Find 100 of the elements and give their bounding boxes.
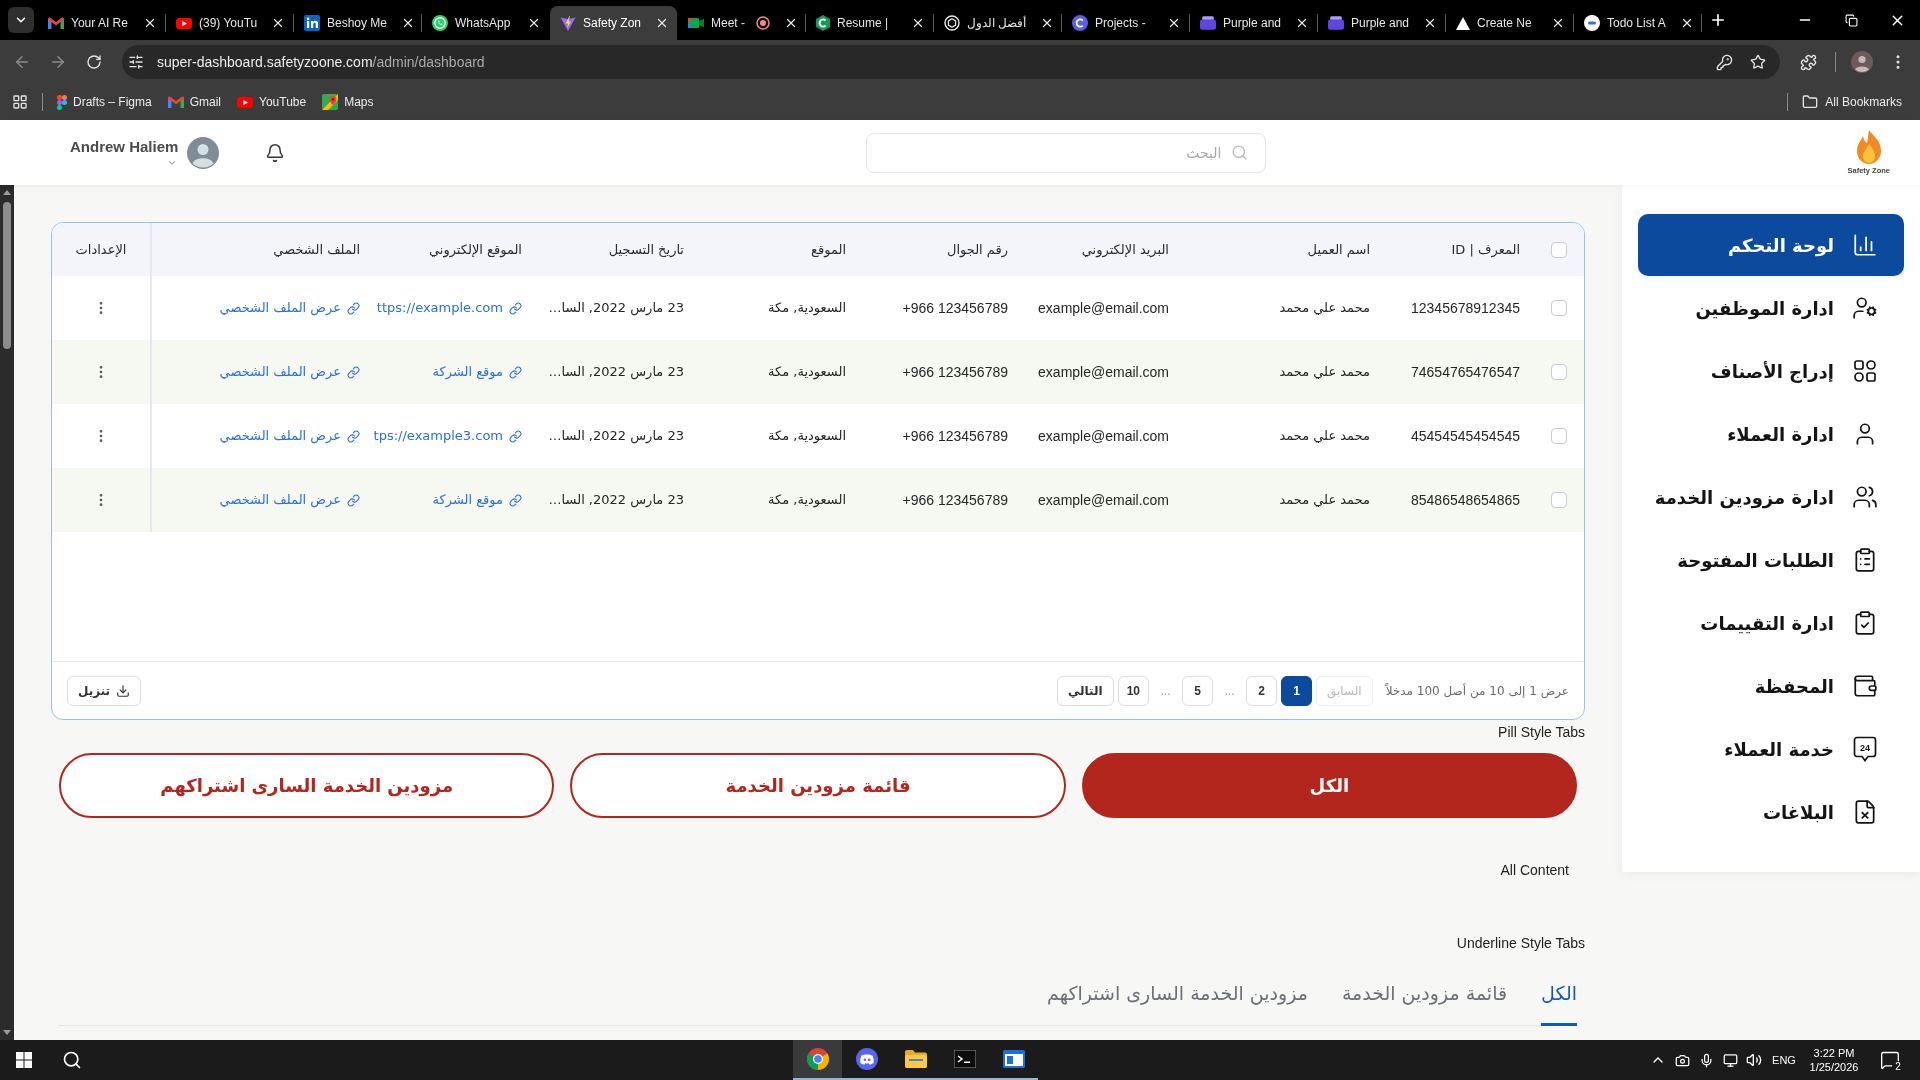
browser-tab[interactable]: Purple and	[1190, 6, 1317, 40]
checkbox[interactable]	[1551, 428, 1567, 444]
underline-tab[interactable]: مزودين الخدمة السارى اشتراكهم	[1047, 976, 1308, 1026]
browser-tab[interactable]: Beshoy Me	[294, 6, 421, 40]
avatar[interactable]	[187, 136, 220, 169]
all-bookmarks-button[interactable]: All Bookmarks	[1796, 88, 1908, 116]
sidebar-item[interactable]: البلاغات	[1638, 781, 1904, 843]
sidebar-item[interactable]: لوحة التحكم	[1638, 214, 1904, 276]
close-icon[interactable]	[1167, 16, 1181, 30]
close-icon[interactable]	[527, 16, 541, 30]
close-icon[interactable]	[1551, 16, 1565, 30]
reload-icon[interactable]	[86, 54, 102, 70]
scroll-down-icon[interactable]	[3, 1030, 11, 1035]
language-indicator[interactable]: ENG	[1770, 1051, 1798, 1069]
table-cell-text: 23 مارس 2022, السا…	[548, 427, 684, 446]
sliders-icon[interactable]	[128, 54, 144, 70]
pill-tab[interactable]: قائمة مزودين الخدمة	[570, 753, 1066, 818]
notification-icon[interactable]	[1880, 1050, 1900, 1070]
four-squares-icon[interactable]	[16, 1052, 32, 1068]
sidebar-item[interactable]: ادارة التقييمات	[1638, 592, 1904, 654]
sidebar-item[interactable]: ادارة العملاء	[1638, 403, 1904, 465]
new-tab-icon[interactable]	[1709, 11, 1727, 29]
checkbox[interactable]	[1551, 300, 1567, 316]
browser-tab[interactable]: Projects -	[1062, 6, 1189, 40]
bell-icon[interactable]	[265, 142, 286, 163]
page-button[interactable]: 10	[1117, 675, 1149, 706]
search-field[interactable]: البحث	[866, 132, 1267, 173]
pill-tab[interactable]: الكل	[1081, 753, 1577, 818]
checkbox[interactable]	[1551, 364, 1567, 380]
sidebar-item[interactable]: ادارة مزودين الخدمة	[1638, 466, 1904, 528]
scroll-up-icon[interactable]	[3, 190, 11, 195]
address-bar[interactable]: super-dashboard.safetyzoone.com/admin/dashboard	[122, 45, 1780, 79]
microphone-icon[interactable]	[1698, 1052, 1714, 1068]
sidebar-item[interactable]: الطلبات المفتوحة	[1638, 529, 1904, 591]
browser-tab[interactable]: Your AI Re	[38, 6, 165, 40]
file-x-icon	[1852, 799, 1878, 825]
browser-tab[interactable]: Safety Zon	[550, 6, 677, 40]
key-icon[interactable]	[1716, 53, 1733, 71]
scrollbar-thumb[interactable]	[3, 202, 11, 349]
profile-link[interactable]: عرض الملف الشخصي	[219, 490, 360, 510]
browser-tab[interactable]: Meet -	[678, 6, 805, 40]
browser-tab[interactable]: Todo List A	[1574, 6, 1701, 40]
table-cell-text: محمد علي محمد	[1279, 363, 1370, 382]
users-icon	[1852, 484, 1878, 510]
bookmark-link[interactable]: YouTube	[231, 88, 313, 116]
website-link[interactable]: موقع الشركة	[432, 362, 522, 382]
page-button[interactable]: 5	[1182, 675, 1213, 706]
camera-icon[interactable]	[1674, 1052, 1690, 1068]
bookmark-link[interactable]: Maps	[316, 88, 380, 116]
profile-avatar[interactable]	[1851, 51, 1873, 73]
link-icon	[509, 301, 522, 315]
profile-link[interactable]: عرض الملف الشخصي	[219, 362, 360, 382]
page-button[interactable]: 2	[1246, 675, 1277, 706]
table-cell-text: example@email.com	[1038, 426, 1169, 446]
link-icon	[509, 429, 522, 443]
monitor-icon[interactable]	[1722, 1052, 1738, 1068]
sidebar-item[interactable]: المحفظة	[1638, 655, 1904, 717]
close-icon[interactable]	[784, 16, 798, 30]
sidebar-item[interactable]: إدراج الأصناف	[1638, 340, 1904, 402]
sidebar-item[interactable]: ادارة الموظفين	[1638, 277, 1904, 339]
speaker-icon[interactable]	[1746, 1052, 1762, 1068]
box-logo-icon	[1200, 16, 1216, 30]
clock-date[interactable]: 1/25/2026	[1809, 1060, 1859, 1074]
forward-icon[interactable]	[49, 53, 67, 71]
bookmark-star-icon[interactable]	[1750, 54, 1766, 70]
taskbar-app[interactable]	[793, 1040, 842, 1080]
table-cell-text: 12345678912345	[1411, 298, 1520, 318]
restore-icon[interactable]	[1844, 13, 1858, 27]
column-header: الملف الشخصي	[273, 240, 360, 259]
pill-tab[interactable]: مزودين الخدمة السارى اشتراكهم	[59, 753, 555, 818]
close-icon[interactable]	[143, 16, 157, 30]
checkbox[interactable]	[1551, 492, 1567, 508]
bookmark-link[interactable]: Gmail	[161, 88, 228, 116]
close-icon[interactable]	[911, 16, 925, 30]
browser-tab[interactable]: Purple and	[1318, 6, 1445, 40]
website-link[interactable]: ttps://example.com	[376, 298, 522, 318]
speech-badge-icon: 24	[1853, 736, 1877, 762]
puzzle-icon[interactable]	[1799, 53, 1817, 71]
browser-tab[interactable]: (39) YouTu	[166, 6, 293, 40]
page-button[interactable]: 1	[1281, 675, 1312, 706]
back-icon[interactable]	[13, 53, 31, 71]
scrollbar[interactable]	[0, 185, 14, 1040]
apps-grid-icon[interactable]	[12, 94, 28, 110]
browser-tab[interactable]: Create Ne	[1446, 6, 1573, 40]
profile-link[interactable]: عرض الملف الشخصي	[219, 426, 360, 446]
profile-link[interactable]: عرض الملف الشخصي	[219, 298, 360, 318]
clock-time[interactable]: 3:22 PM	[1813, 1046, 1855, 1060]
bookmark-link[interactable]: Drafts – Figma	[51, 88, 158, 116]
browser-tab[interactable]: Resume |	[806, 6, 933, 40]
underline-tab[interactable]: الكل	[1541, 976, 1577, 1026]
browser-tab[interactable]: أفضل الدول	[934, 6, 1061, 40]
website-link[interactable]: موقع الشركة	[432, 490, 522, 510]
download-button[interactable]: تنزيل	[67, 675, 142, 706]
tab-list-button[interactable]	[8, 7, 34, 33]
underline-tab[interactable]: قائمة مزودين الخدمة	[1341, 976, 1508, 1026]
search-icon[interactable]	[62, 1050, 82, 1070]
website-link[interactable]: tps://example3.com	[373, 426, 522, 446]
next-button[interactable]: التالي	[1056, 675, 1114, 706]
checkbox[interactable]	[1551, 241, 1567, 258]
browser-tab[interactable]: WhatsApp	[422, 6, 549, 40]
